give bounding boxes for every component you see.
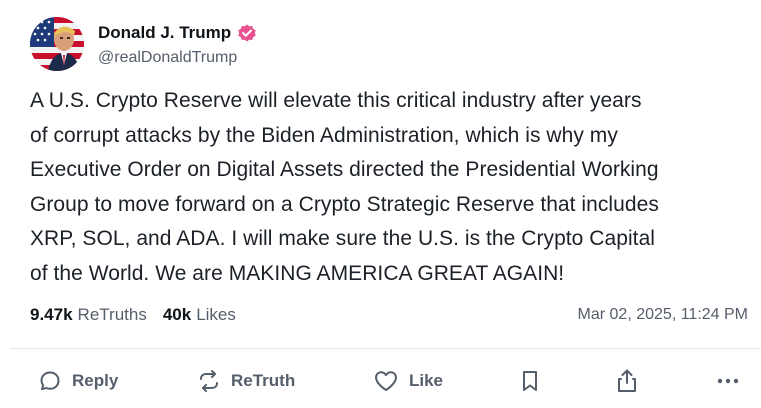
retruth-label: ReTruth xyxy=(231,371,296,390)
reply-button[interactable]: Reply xyxy=(38,362,118,400)
retruths-count: 9.47k xyxy=(30,305,73,324)
post-text-line: A U.S. Crypto Reserve will elevate this … xyxy=(30,89,642,112)
display-name-row: Donald J. Trump xyxy=(98,21,257,45)
bookmark-icon xyxy=(519,369,541,393)
more-button[interactable] xyxy=(716,362,740,400)
post-timestamp[interactable]: Mar 02, 2025, 11:24 PM xyxy=(578,306,748,324)
post-text-line: Executive Order on Digital Assets direct… xyxy=(30,158,659,182)
share-button[interactable] xyxy=(615,362,639,400)
post-text-line: of corrupt attacks by the Biden Administ… xyxy=(30,123,618,147)
likes-count: 40k xyxy=(162,305,192,324)
retruth-button[interactable]: ReTruth xyxy=(197,362,295,400)
heart-icon xyxy=(373,369,399,393)
retruths-stat[interactable]: 9.47k ReTruths xyxy=(30,305,147,325)
post-stats: 9.47k ReTruths 40k Likes Mar 02, 2025, 1… xyxy=(30,303,748,327)
post-header: Donald J. Trump @realDonaldTrump xyxy=(30,16,257,72)
avatar[interactable] xyxy=(30,17,84,71)
more-dots-icon xyxy=(716,369,740,393)
reply-label: Reply xyxy=(72,371,119,390)
like-label: Like xyxy=(409,371,444,390)
post-text-line: Group to move forward on a Crypto Strate… xyxy=(30,192,659,216)
verified-badge-icon xyxy=(237,23,257,43)
retruth-arrows-icon xyxy=(197,369,221,393)
likes-label: Likes xyxy=(196,305,236,324)
display-name[interactable]: Donald J. Trump xyxy=(98,23,231,43)
post-text: A U.S. Crypto Reserve will elevate this … xyxy=(30,84,752,292)
speech-bubble-icon xyxy=(38,369,62,393)
likes-stat[interactable]: 40k Likes xyxy=(163,305,236,325)
post-text-line: XRP, SOL, and ADA. I will make sure the … xyxy=(30,227,656,251)
retruths-label: ReTruths xyxy=(77,305,147,324)
author-names: Donald J. Trump @realDonaldTrump xyxy=(98,21,257,67)
like-button[interactable]: Like xyxy=(373,362,443,400)
truth-post: Donald J. Trump @realDonaldTrump A U.S. … xyxy=(0,0,761,408)
author-handle[interactable]: @realDonaldTrump xyxy=(98,49,257,67)
divider xyxy=(10,348,761,349)
post-text-line: of the World. We are MAKING AMERICA GREA… xyxy=(30,261,565,285)
share-icon xyxy=(615,368,639,394)
bookmark-button[interactable] xyxy=(519,362,541,400)
action-bar: Reply ReTruth Like xyxy=(0,362,761,400)
